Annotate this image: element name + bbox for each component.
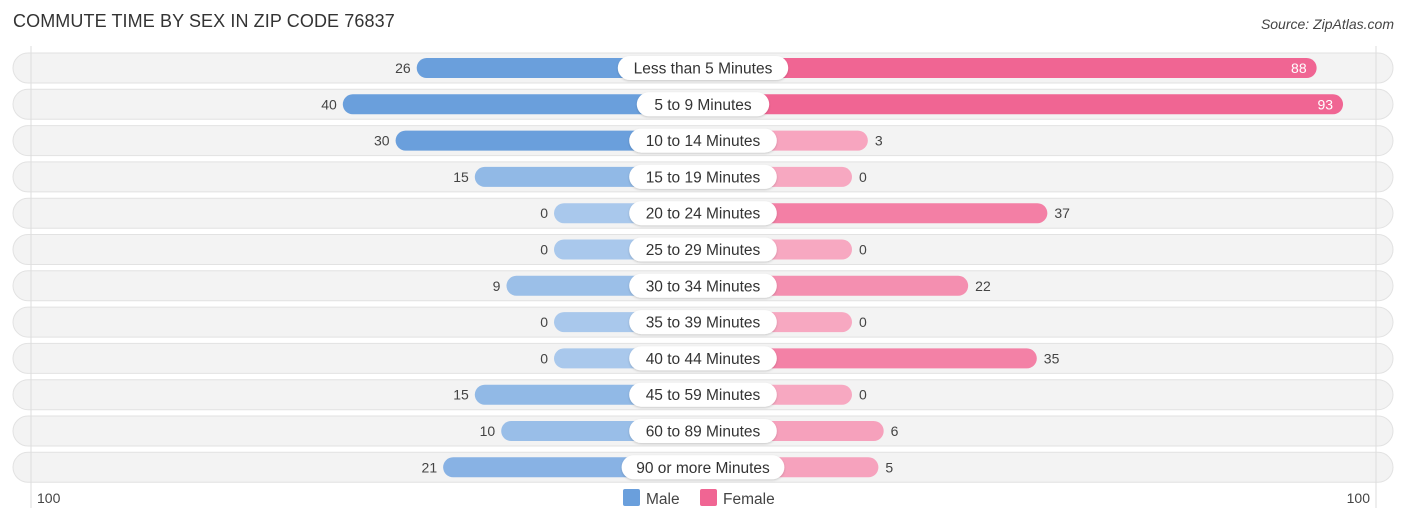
category-label: 60 to 89 Minutes bbox=[646, 424, 761, 441]
table-row: 25 to 29 Minutes 0 0 bbox=[12, 234, 1394, 265]
value-label-male: 21 bbox=[422, 459, 438, 475]
value-label-male: 0 bbox=[540, 314, 548, 330]
category-label: 40 to 44 Minutes bbox=[646, 351, 761, 368]
value-label-male: 10 bbox=[480, 423, 496, 439]
value-label-female: 0 bbox=[859, 387, 867, 403]
value-label-male: 9 bbox=[493, 278, 501, 294]
value-label-male: 0 bbox=[540, 205, 548, 221]
category-label: 45 to 59 Minutes bbox=[646, 387, 761, 404]
category-label: 90 or more Minutes bbox=[636, 460, 770, 477]
category-label: 15 to 19 Minutes bbox=[646, 169, 761, 186]
category-label: 10 to 14 Minutes bbox=[646, 133, 761, 150]
axis-label-right: 100 bbox=[1347, 490, 1371, 506]
legend-label-male: Male bbox=[646, 491, 680, 508]
value-label-male: 26 bbox=[395, 60, 411, 76]
table-row: 35 to 39 Minutes 0 0 bbox=[12, 306, 1394, 338]
table-row: 5 to 9 Minutes 40 93 bbox=[12, 88, 1394, 120]
value-label-female: 37 bbox=[1054, 205, 1070, 221]
table-row: 40 to 44 Minutes 0 35 bbox=[12, 342, 1394, 374]
chart: Less than 5 Minutes 26 88 5 to 9 Minutes 40 9… bbox=[12, 46, 1394, 508]
value-label-male: 30 bbox=[374, 133, 390, 149]
legend-swatch-male bbox=[623, 489, 640, 506]
table-row: 30 to 34 Minutes 9 22 bbox=[12, 270, 1394, 302]
value-label-male: 40 bbox=[321, 96, 337, 112]
bar-female[interactable] bbox=[693, 94, 1344, 115]
value-label-male: 15 bbox=[453, 387, 469, 403]
value-label-female: 6 bbox=[891, 423, 899, 439]
value-label-female: 35 bbox=[1044, 350, 1060, 366]
table-row: 10 to 14 Minutes 30 3 bbox=[12, 125, 1394, 157]
value-label-male: 15 bbox=[453, 169, 469, 185]
axis-label-left: 100 bbox=[37, 490, 61, 506]
value-label-female: 88 bbox=[1291, 60, 1307, 76]
category-label: Less than 5 Minutes bbox=[634, 61, 773, 78]
legend: Male Female bbox=[623, 489, 775, 508]
value-label-male: 0 bbox=[540, 242, 548, 258]
value-label-female: 93 bbox=[1317, 96, 1333, 112]
table-row: 20 to 24 Minutes 0 37 bbox=[12, 197, 1394, 229]
category-label: 5 to 9 Minutes bbox=[654, 97, 752, 114]
value-label-female: 5 bbox=[885, 459, 893, 475]
category-label: 20 to 24 Minutes bbox=[646, 206, 761, 223]
value-label-male: 0 bbox=[540, 350, 548, 366]
value-label-female: 22 bbox=[975, 278, 991, 294]
legend-label-female: Female bbox=[723, 491, 775, 508]
value-label-female: 0 bbox=[859, 242, 867, 258]
table-row: 90 or more Minutes 21 5 bbox=[12, 451, 1394, 483]
table-row: 45 to 59 Minutes 15 0 bbox=[12, 379, 1394, 411]
table-row: Less than 5 Minutes 26 88 bbox=[12, 52, 1394, 84]
category-label: 25 to 29 Minutes bbox=[646, 242, 761, 259]
value-label-female: 0 bbox=[859, 314, 867, 330]
value-label-female: 3 bbox=[875, 133, 883, 149]
table-row: 15 to 19 Minutes 15 0 bbox=[12, 161, 1394, 193]
category-label: 30 to 34 Minutes bbox=[646, 278, 761, 295]
legend-swatch-female bbox=[700, 489, 717, 506]
table-row: 60 to 89 Minutes 10 6 bbox=[12, 415, 1394, 447]
rows: Less than 5 Minutes 26 88 5 to 9 Minutes 40 9… bbox=[12, 52, 1394, 483]
category-label: 35 to 39 Minutes bbox=[646, 315, 761, 332]
value-label-female: 0 bbox=[859, 169, 867, 185]
